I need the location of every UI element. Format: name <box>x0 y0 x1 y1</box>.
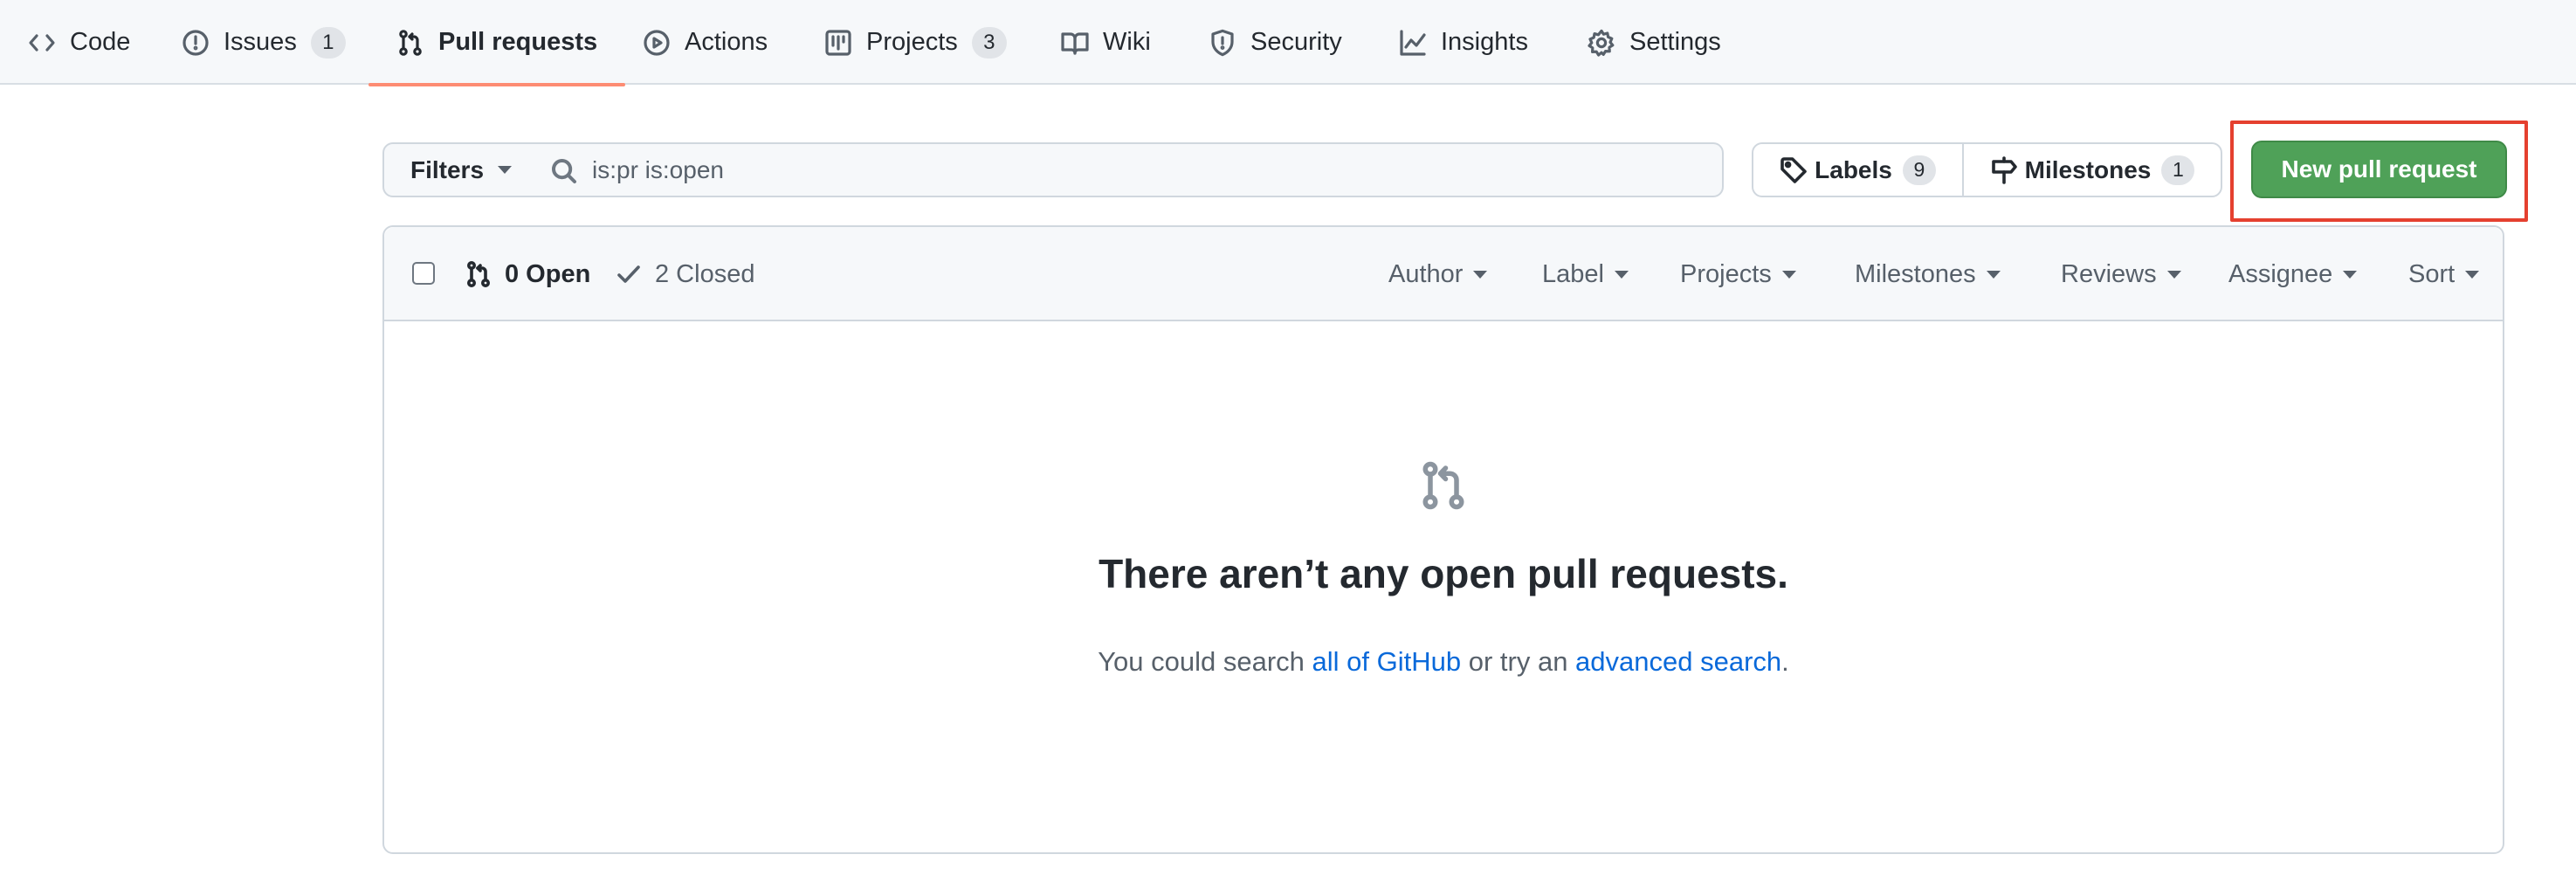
tab-label: Settings <box>1629 28 1721 56</box>
tab-wiki[interactable]: Wiki <box>1033 0 1179 85</box>
tag-icon <box>1780 156 1807 183</box>
new-pull-request-button[interactable]: New pull request <box>2251 141 2507 198</box>
milestones-filter-label: Milestones <box>1855 259 1976 288</box>
tab-label: Security <box>1250 28 1342 56</box>
labels-counter: 9 <box>1902 155 1936 185</box>
projects-filter-label: Projects <box>1680 259 1772 288</box>
filters-button[interactable]: Filters <box>382 142 540 197</box>
reviews-filter-label: Reviews <box>2061 259 2157 288</box>
tab-label: Wiki <box>1103 28 1151 56</box>
issues-counter: 1 <box>310 26 346 59</box>
caret-down-icon <box>2465 270 2480 279</box>
advanced-search-link[interactable]: advanced search <box>1575 646 1781 677</box>
tab-label: Actions <box>685 28 768 56</box>
milestones-label: Milestones <box>2024 155 2152 183</box>
caret-down-icon <box>1614 270 1629 279</box>
git-pull-request-icon <box>396 29 424 57</box>
tab-security[interactable]: Security <box>1181 0 1370 85</box>
caret-down-icon <box>2166 270 2181 279</box>
open-count-label: 0 Open <box>505 259 591 288</box>
tab-insights[interactable]: Insights <box>1371 0 1556 85</box>
repo-nav: Code Issues 1 Pull requests Actions Proj… <box>0 0 2576 86</box>
issue-opened-icon <box>182 29 210 57</box>
tab-pull-requests[interactable]: Pull requests <box>368 0 626 86</box>
git-pull-request-icon <box>467 260 490 287</box>
open-filter-link[interactable]: 0 Open <box>465 227 590 321</box>
desc-middle: or try an <box>1461 646 1576 677</box>
code-icon <box>28 29 56 57</box>
search-box <box>538 142 1724 197</box>
all-of-github-link[interactable]: all of GitHub <box>1312 646 1462 677</box>
select-all-checkbox[interactable] <box>412 262 435 285</box>
blankslate: There aren’t any open pull requests. You… <box>384 323 2503 852</box>
search-input[interactable] <box>592 144 1710 196</box>
closed-count-label: 2 Closed <box>655 259 755 288</box>
tab-label: Insights <box>1441 28 1528 56</box>
gear-icon <box>1588 29 1615 57</box>
tab-label: Code <box>70 28 131 56</box>
blankslate-description: You could search all of GitHub or try an… <box>384 646 2503 678</box>
milestone-icon <box>1991 155 2017 184</box>
pull-request-list: 0 Open 2 Closed Author Label Projects Mi… <box>382 225 2504 854</box>
milestones-button[interactable]: Milestones 1 <box>1962 142 2222 197</box>
author-filter-label: Author <box>1388 259 1464 288</box>
tab-settings[interactable]: Settings <box>1560 0 1749 85</box>
caret-down-icon <box>1986 270 2001 279</box>
check-icon <box>617 265 640 283</box>
closed-filter-link[interactable]: 2 Closed <box>615 227 754 321</box>
assignee-filter[interactable]: Assignee <box>2228 227 2358 321</box>
desc-suffix: . <box>1781 646 1789 677</box>
book-icon <box>1061 29 1089 57</box>
search-icon <box>550 157 578 185</box>
author-filter[interactable]: Author <box>1388 227 1488 321</box>
caret-down-icon <box>1473 270 1488 279</box>
list-header: 0 Open 2 Closed Author Label Projects Mi… <box>384 227 2503 321</box>
caret-down-icon <box>1781 270 1796 279</box>
labels-button[interactable]: Labels 9 <box>1752 142 1964 197</box>
tab-code[interactable]: Code <box>0 0 158 85</box>
graph-icon <box>1399 29 1427 57</box>
filters-label: Filters <box>410 155 485 183</box>
blankslate-title: There aren’t any open pull requests. <box>1099 551 1788 596</box>
play-icon <box>643 29 671 57</box>
tab-label: Issues <box>224 28 297 56</box>
assignee-filter-label: Assignee <box>2228 259 2333 288</box>
caret-down-icon <box>498 166 513 174</box>
sort-filter-label: Sort <box>2408 259 2455 288</box>
projects-counter: 3 <box>971 26 1007 59</box>
tab-label: Projects <box>866 28 958 56</box>
tab-label: Pull requests <box>438 28 598 56</box>
shield-icon <box>1209 29 1236 57</box>
projects-filter[interactable]: Projects <box>1680 227 1796 321</box>
milestones-filter[interactable]: Milestones <box>1855 227 2001 321</box>
page: Code Issues 1 Pull requests Actions Proj… <box>0 0 2576 875</box>
tab-issues[interactable]: Issues 1 <box>154 0 374 85</box>
reviews-filter[interactable]: Reviews <box>2061 227 2181 321</box>
tab-projects[interactable]: Projects 3 <box>796 0 1035 85</box>
desc-prefix: You could search <box>1098 646 1312 677</box>
label-filter-label: Label <box>1542 259 1604 288</box>
milestones-counter: 1 <box>2161 155 2195 185</box>
labels-label: Labels <box>1815 155 1892 183</box>
label-filter[interactable]: Label <box>1542 227 1629 321</box>
project-icon <box>824 29 852 57</box>
caret-down-icon <box>2343 270 2358 279</box>
tab-actions[interactable]: Actions <box>615 0 796 85</box>
git-pull-request-icon <box>1417 459 1470 512</box>
sort-filter[interactable]: Sort <box>2408 227 2480 321</box>
